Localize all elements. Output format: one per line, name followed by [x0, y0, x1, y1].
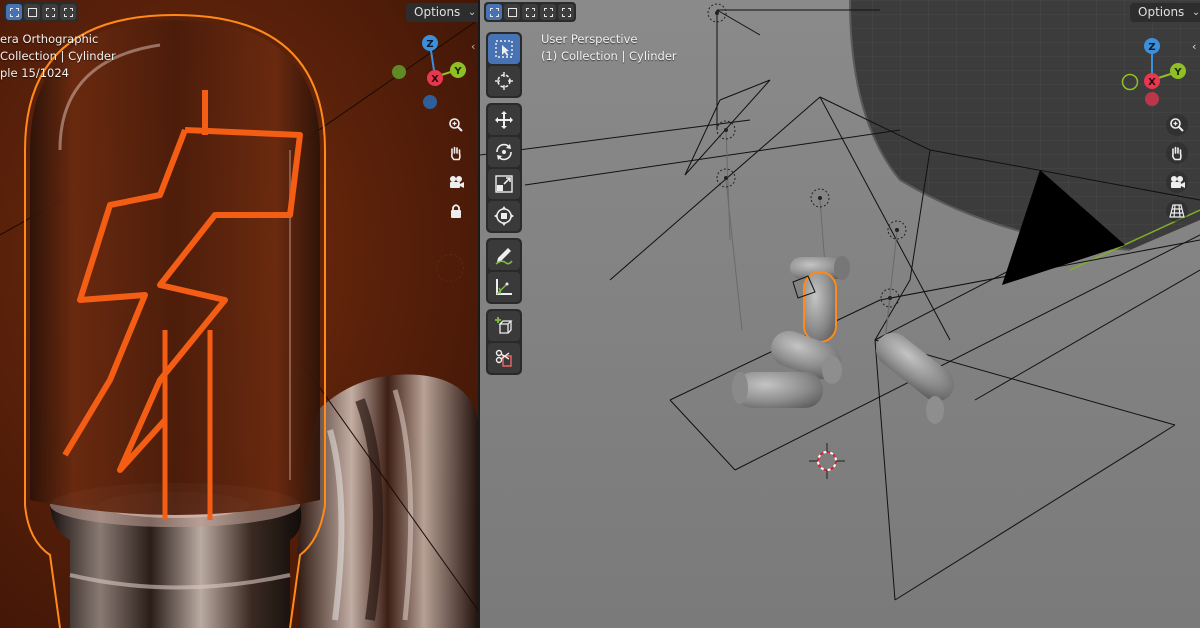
transform-tool-group: [486, 103, 522, 233]
collection-text: Collection | Cylinder: [0, 49, 116, 63]
blender-window: Options ⌄ era Orthographic Collection | …: [0, 0, 1200, 628]
tool-shelf: [486, 32, 522, 380]
cursor-tool-icon[interactable]: [488, 66, 520, 96]
x-axis-label: X: [431, 74, 439, 85]
zoom-icon[interactable]: [1166, 114, 1188, 136]
z-axis-label: Z: [426, 39, 433, 50]
select-new-icon[interactable]: [6, 4, 22, 20]
left-header: [0, 0, 78, 24]
collapse-arrow-icon[interactable]: ‹: [1192, 40, 1196, 53]
measure-tool-icon[interactable]: [488, 272, 520, 302]
view-name-text: User Perspective: [541, 32, 638, 46]
select-invert-icon[interactable]: [558, 4, 574, 20]
y-axis-label: Y: [1173, 67, 1182, 78]
add-cube-tool-icon[interactable]: [488, 311, 520, 341]
hand-pan-icon[interactable]: [1166, 142, 1188, 164]
right-viewport[interactable]: Options ⌄ User Perspective (1) Collectio…: [480, 0, 1200, 628]
neg-y-axis-dot[interactable]: [1121, 73, 1139, 91]
scale-tool-icon[interactable]: [488, 169, 520, 199]
select-mode-group: [4, 2, 78, 22]
scene-3d-view: [480, 0, 1200, 628]
lock-icon[interactable]: [445, 200, 467, 222]
select-box-tool-icon[interactable]: [488, 34, 520, 64]
select-intersect-icon[interactable]: [540, 4, 556, 20]
right-options-dropdown[interactable]: Options ⌄: [1130, 3, 1200, 22]
annotate-tool-icon[interactable]: [488, 240, 520, 270]
collection-text: (1) Collection | Cylinder: [541, 49, 677, 63]
select-extend-icon[interactable]: [504, 4, 520, 20]
select-tool-group: [486, 32, 522, 98]
collapse-arrow-icon[interactable]: ‹: [471, 40, 475, 53]
right-header: [480, 0, 576, 24]
right-navigation-gizmo[interactable]: Z Y X: [1110, 35, 1200, 125]
select-intersect-icon[interactable]: [60, 4, 76, 20]
view-name-text: era Orthographic: [0, 32, 99, 46]
shear-tool-icon[interactable]: [488, 343, 520, 373]
select-mode-group-right: [484, 2, 576, 22]
zoom-icon[interactable]: [445, 114, 467, 136]
select-new-icon[interactable]: [486, 4, 502, 20]
chevron-down-icon: ⌄: [467, 7, 477, 18]
left-navigation-gizmo[interactable]: Z Y X: [388, 32, 478, 122]
chevron-down-icon: ⌄: [1191, 7, 1200, 18]
y-axis-label: Y: [453, 66, 462, 77]
z-axis-label: Z: [1148, 42, 1155, 53]
right-viewport-info: User Perspective (1) Collection | Cylind…: [541, 31, 677, 65]
neg-y-axis-dot[interactable]: [392, 65, 406, 79]
camera-icon[interactable]: [445, 171, 467, 193]
transform-tool-icon[interactable]: [488, 201, 520, 231]
x-axis-label: X: [1148, 77, 1156, 88]
left-options-label: Options: [414, 5, 461, 19]
rotate-tool-icon[interactable]: [488, 137, 520, 167]
neg-x-axis-dot[interactable]: [1145, 92, 1159, 106]
right-options-label: Options: [1138, 5, 1185, 19]
neg-z-axis-dot[interactable]: [423, 95, 437, 109]
annotate-tool-group: [486, 238, 522, 304]
select-subtract-icon[interactable]: [42, 4, 58, 20]
grid-icon[interactable]: [1166, 200, 1188, 222]
move-tool-icon[interactable]: [488, 105, 520, 135]
add-tool-group: [486, 309, 522, 375]
left-viewport[interactable]: Options ⌄ era Orthographic Collection | …: [0, 0, 478, 628]
hand-pan-icon[interactable]: [445, 142, 467, 164]
select-subtract-icon[interactable]: [522, 4, 538, 20]
left-options-dropdown[interactable]: Options ⌄: [406, 3, 478, 22]
left-viewport-info: era Orthographic Collection | Cylinder p…: [0, 31, 116, 82]
camera-view-ring-icon: [436, 254, 464, 282]
sample-count-text: ple 15/1024: [0, 66, 69, 80]
camera-icon[interactable]: [1166, 171, 1188, 193]
select-extend-icon[interactable]: [24, 4, 40, 20]
